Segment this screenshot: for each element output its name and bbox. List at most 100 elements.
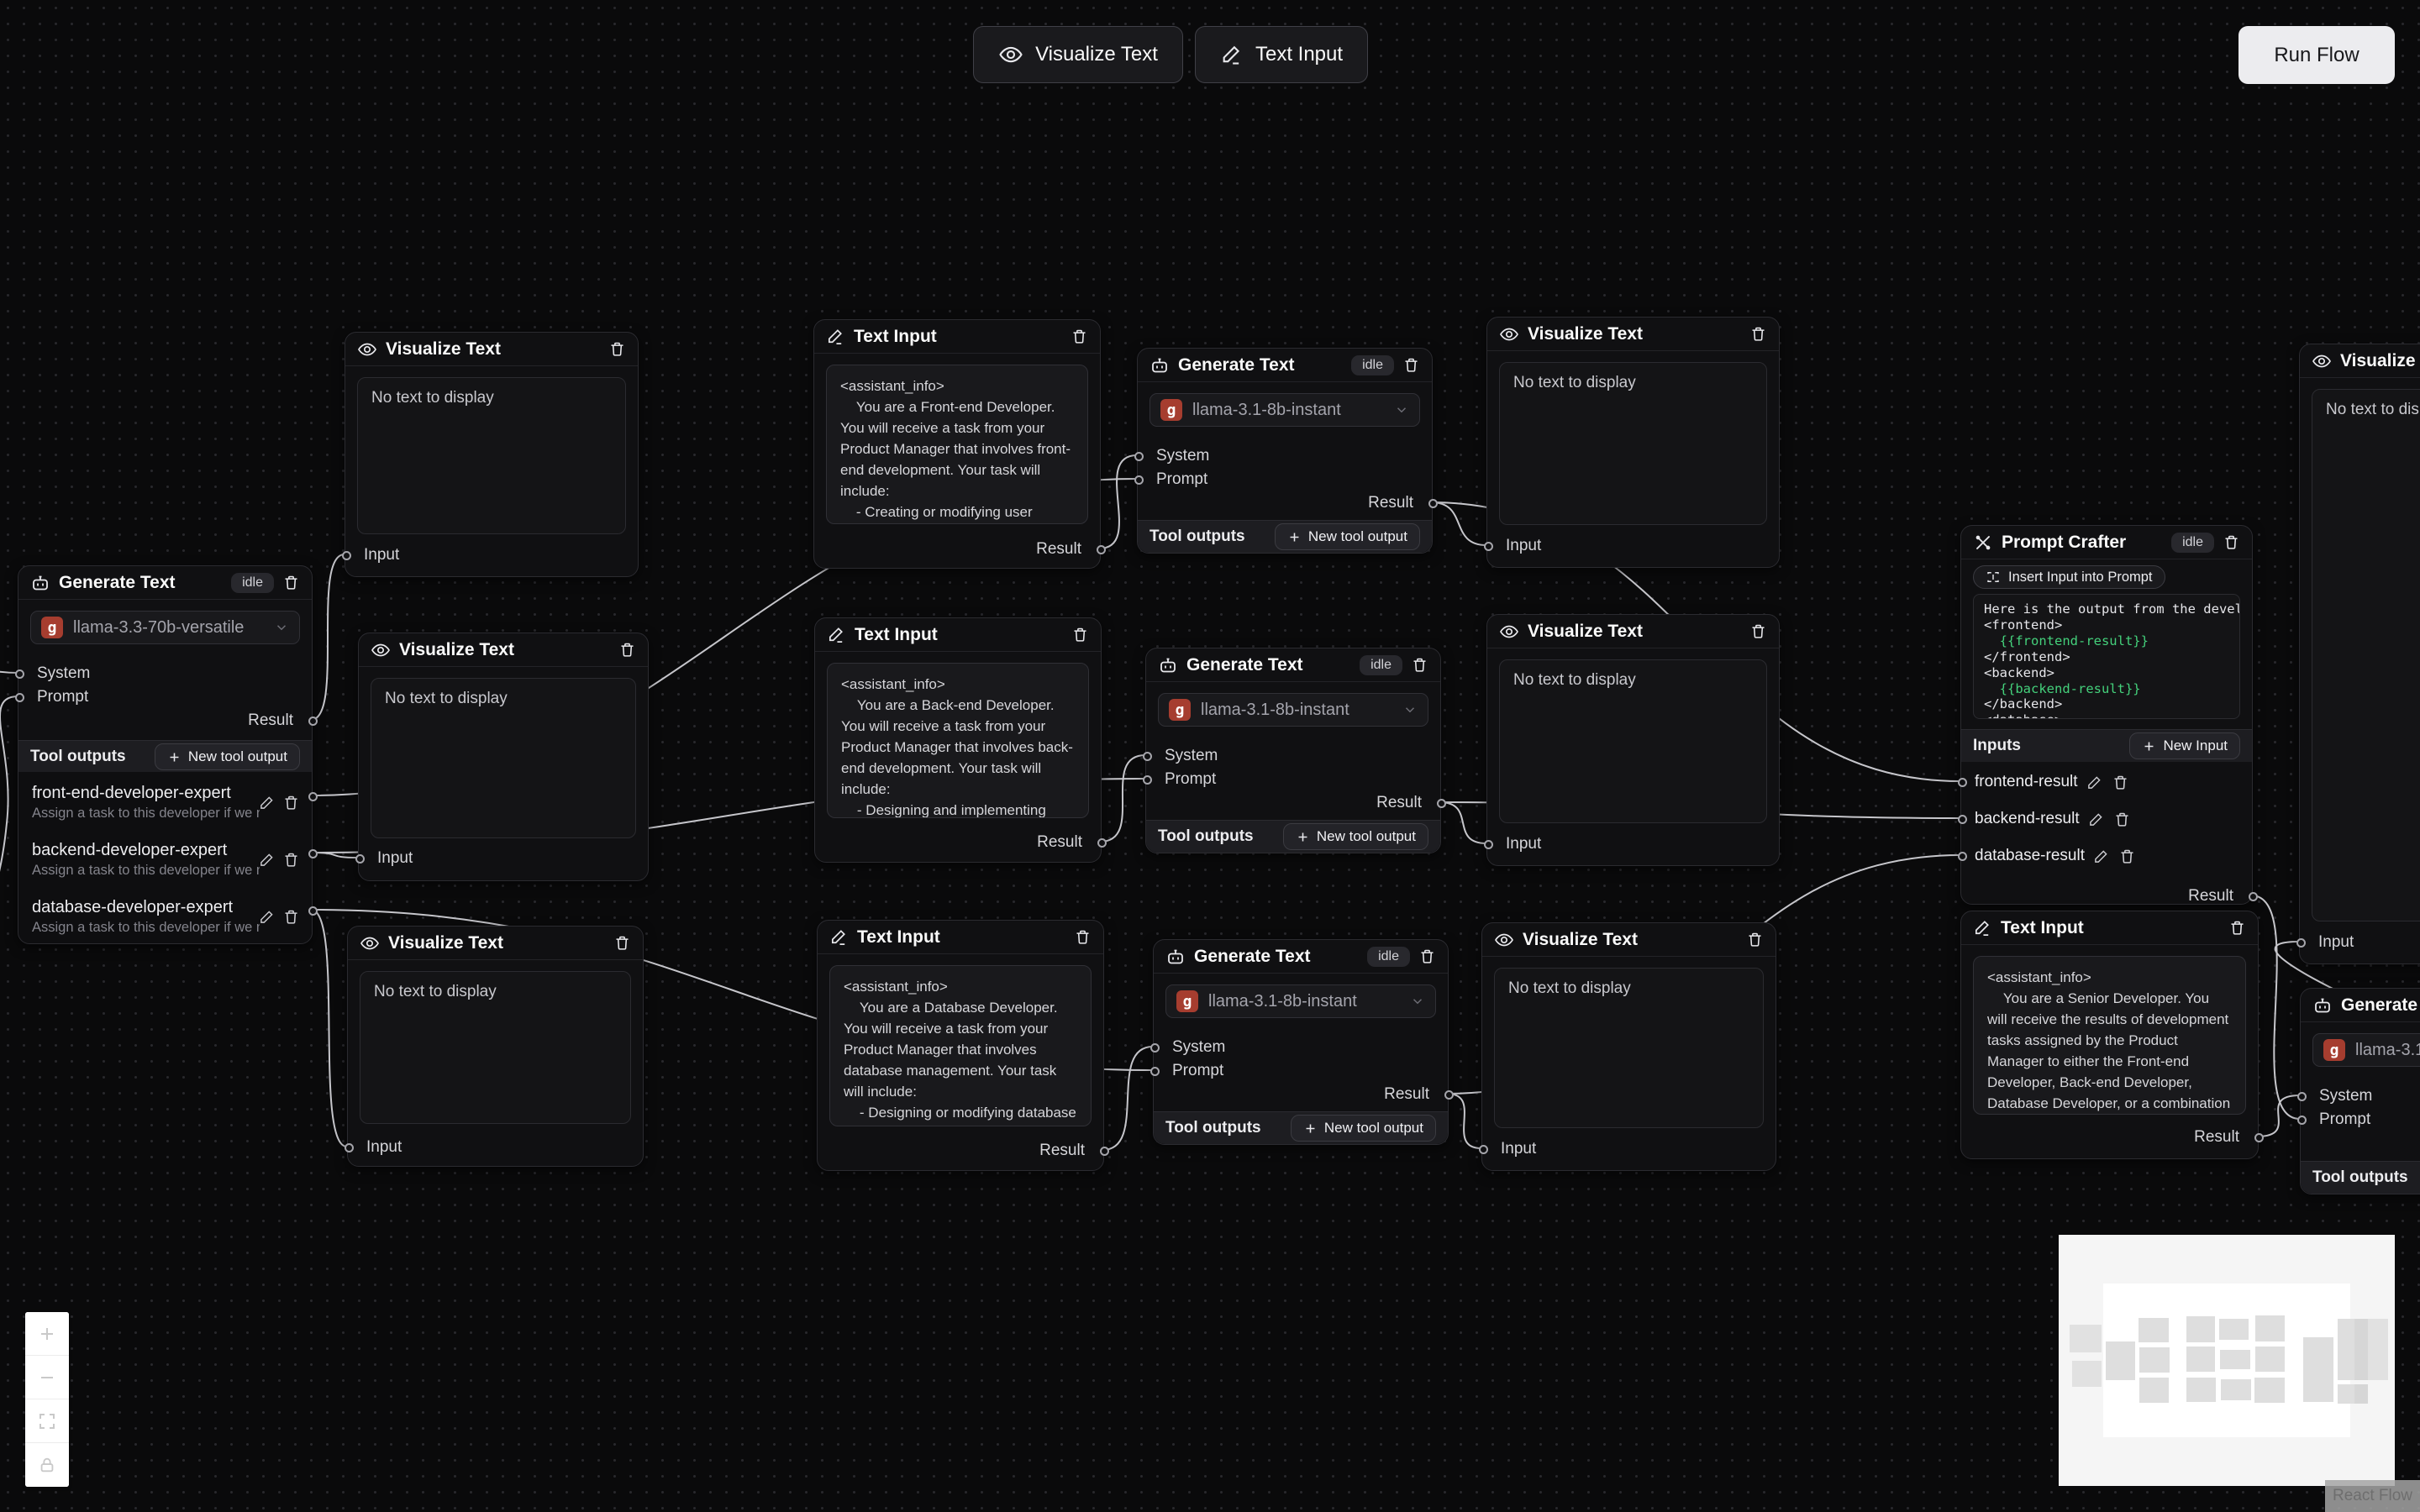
node-pc[interactable]: Prompt CrafteridleInsert Input into Prom… [1960, 525, 2253, 905]
lock-button[interactable] [25, 1443, 69, 1487]
text-input-textarea[interactable]: <assistant_info> You are a Database Deve… [829, 965, 1092, 1126]
run-flow-button[interactable]: Run Flow [2238, 26, 2395, 84]
port-result[interactable] [1444, 1090, 1454, 1100]
zoom-in-button[interactable] [25, 1312, 69, 1356]
port-result[interactable] [1100, 1147, 1109, 1156]
minimap[interactable] [2059, 1235, 2395, 1486]
delete-node-button[interactable] [613, 934, 631, 952]
reactflow-attribution[interactable]: React Flow [2325, 1480, 2420, 1512]
port-system[interactable] [1143, 752, 1152, 761]
edit-tool-output-button[interactable] [260, 795, 275, 810]
port-result[interactable] [1097, 545, 1106, 554]
model-select[interactable]: gllama-3.1-8b-instant [1150, 393, 1420, 427]
port-prompt[interactable] [15, 693, 24, 702]
port-input[interactable] [342, 551, 351, 560]
port-input[interactable] [355, 854, 365, 864]
port-input[interactable] [1484, 542, 1493, 551]
delete-node-button[interactable] [1411, 656, 1428, 674]
port-prompt[interactable] [1134, 475, 1144, 485]
node-v7[interactable]: Visualize TextNo text to displayInput [2299, 344, 2420, 964]
edit-tool-output-button[interactable] [260, 852, 275, 867]
node-v1[interactable]: Visualize TextNo text to displayInput [345, 332, 639, 577]
delete-node-button[interactable] [608, 340, 626, 358]
node-gt5[interactable]: Generate Textidlegllama-3.1-8b-instantTo… [2300, 988, 2420, 1194]
delete-input-button[interactable] [2113, 811, 2131, 828]
text-input-textarea[interactable]: <assistant_info> You are a Back-end Deve… [827, 663, 1089, 818]
zoom-out-button[interactable] [25, 1356, 69, 1399]
delete-node-button[interactable] [2223, 533, 2240, 551]
edit-input-button[interactable] [2089, 811, 2104, 827]
text-input-textarea[interactable]: <assistant_info> You are a Senior Develo… [1973, 956, 2246, 1115]
edit-tool-output-button[interactable] [260, 909, 275, 924]
port-prompt[interactable] [2297, 1116, 2307, 1125]
new-tool-output-button[interactable]: New tool output [1275, 523, 1420, 550]
node-gt3[interactable]: Generate Textidlegllama-3.1-8b-instantTo… [1145, 648, 1441, 853]
add-text-input-button[interactable]: Text Input [1195, 26, 1368, 83]
fit-view-button[interactable] [25, 1399, 69, 1443]
delete-tool-output-button[interactable] [282, 908, 300, 926]
new-tool-output-button[interactable]: New tool output [1283, 823, 1428, 850]
delete-node-button[interactable] [618, 641, 636, 659]
delete-tool-output-button[interactable] [282, 851, 300, 869]
edit-input-button[interactable] [2094, 848, 2109, 864]
delete-node-button[interactable] [1074, 928, 1092, 946]
port-handle[interactable] [1958, 815, 1967, 824]
model-select[interactable]: gllama-3.1-8b-instant [2312, 1033, 2420, 1067]
port-system[interactable] [15, 669, 24, 679]
port-system[interactable] [1134, 452, 1144, 461]
delete-node-button[interactable] [1418, 948, 1436, 965]
delete-node-button[interactable] [1071, 626, 1089, 643]
port-handle[interactable] [308, 849, 318, 858]
flow-canvas[interactable]: Generate Textidlegllama-3.3-70b-versatil… [0, 0, 2420, 1512]
node-v6[interactable]: Visualize TextNo text to displayInput [1481, 922, 1776, 1171]
prompt-template-editor[interactable]: Here is the output from the developers<f… [1973, 594, 2240, 719]
delete-node-button[interactable] [1402, 356, 1420, 374]
text-input-textarea[interactable]: <assistant_info> You are a Front-end Dev… [826, 365, 1088, 524]
node-gt4[interactable]: Generate Textidlegllama-3.1-8b-instantTo… [1153, 939, 1449, 1145]
delete-input-button[interactable] [2112, 774, 2129, 791]
new-input-button[interactable]: New Input [2129, 732, 2240, 759]
port-result[interactable] [1428, 499, 1438, 508]
new-tool-output-button[interactable]: New tool output [1291, 1115, 1436, 1142]
node-ti4[interactable]: Text Input<assistant_info> You are a Sen… [1960, 911, 2259, 1159]
node-v5[interactable]: Visualize TextNo text to displayInput [1486, 614, 1780, 866]
port-result[interactable] [1437, 799, 1446, 808]
insert-input-into-prompt-button[interactable]: Insert Input into Prompt [1973, 565, 2165, 589]
delete-node-button[interactable] [1746, 931, 1764, 948]
port-prompt[interactable] [1150, 1067, 1160, 1076]
new-tool-output-button[interactable]: New tool output [155, 743, 300, 770]
node-ti3[interactable]: Text Input<assistant_info> You are a Dat… [817, 920, 1104, 1171]
delete-node-button[interactable] [2228, 919, 2246, 937]
port-handle[interactable] [308, 792, 318, 801]
port-handle[interactable] [1958, 852, 1967, 861]
model-select[interactable]: gllama-3.1-8b-instant [1165, 984, 1436, 1018]
port-input[interactable] [1484, 840, 1493, 849]
delete-node-button[interactable] [1749, 325, 1767, 343]
node-gt1[interactable]: Generate Textidlegllama-3.3-70b-versatil… [18, 565, 313, 944]
port-input[interactable] [345, 1143, 354, 1152]
delete-tool-output-button[interactable] [282, 794, 300, 811]
add-visualize-text-button[interactable]: Visualize Text [973, 26, 1183, 83]
port-result[interactable] [308, 717, 318, 726]
port-input[interactable] [2296, 938, 2306, 948]
node-v4[interactable]: Visualize TextNo text to displayInput [1486, 317, 1780, 568]
port-handle[interactable] [308, 906, 318, 916]
delete-node-button[interactable] [1749, 622, 1767, 640]
port-handle[interactable] [1958, 778, 1967, 787]
port-input[interactable] [1479, 1145, 1488, 1154]
model-select[interactable]: gllama-3.1-8b-instant [1158, 693, 1428, 727]
port-system[interactable] [1150, 1043, 1160, 1053]
delete-input-button[interactable] [2118, 848, 2136, 865]
model-select[interactable]: gllama-3.3-70b-versatile [30, 611, 300, 644]
node-ti1[interactable]: Text Input<assistant_info> You are a Fro… [813, 319, 1101, 569]
delete-node-button[interactable] [1071, 328, 1088, 345]
port-result[interactable] [2249, 892, 2258, 901]
port-result[interactable] [1097, 838, 1107, 848]
node-ti2[interactable]: Text Input<assistant_info> You are a Bac… [814, 617, 1102, 863]
node-v2[interactable]: Visualize TextNo text to displayInput [358, 633, 649, 881]
port-prompt[interactable] [1143, 775, 1152, 785]
port-system[interactable] [2297, 1092, 2307, 1101]
node-gt2[interactable]: Generate Textidlegllama-3.1-8b-instantTo… [1137, 348, 1433, 554]
node-v3[interactable]: Visualize TextNo text to displayInput [347, 926, 644, 1167]
delete-node-button[interactable] [282, 574, 300, 591]
